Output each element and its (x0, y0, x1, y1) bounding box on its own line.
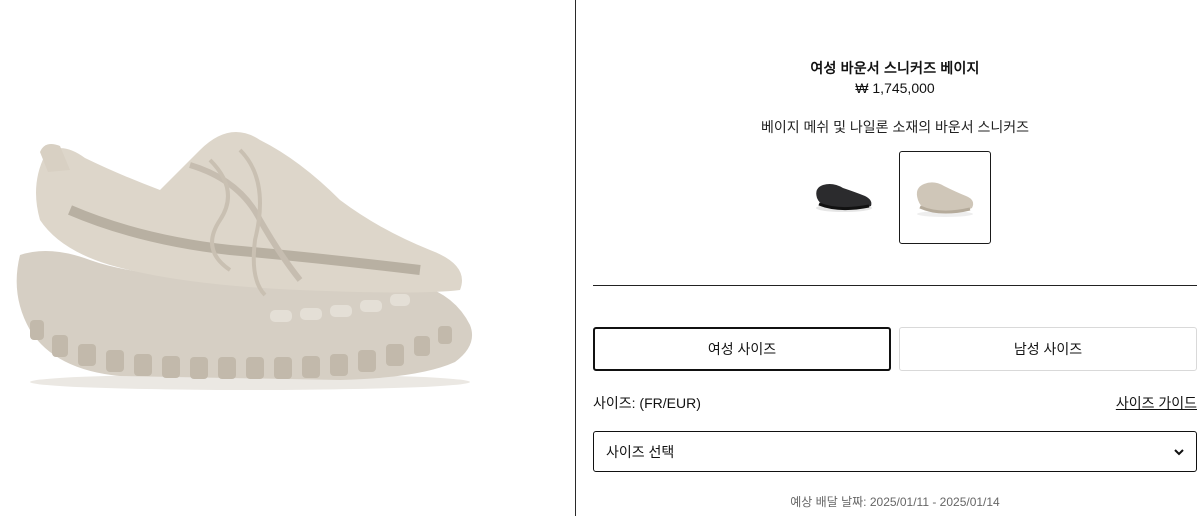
color-swatch-beige[interactable] (899, 151, 991, 244)
size-guide-link[interactable]: 사이즈 가이드 (1116, 393, 1197, 413)
tab-men-size[interactable]: 남성 사이즈 (899, 327, 1197, 371)
color-swatch-black[interactable] (798, 151, 890, 244)
chevron-down-icon (1174, 449, 1184, 456)
tab-women-size[interactable]: 여성 사이즈 (593, 327, 891, 371)
section-divider (593, 285, 1197, 286)
product-image (16, 132, 473, 390)
black-shoe-thumbnail (816, 184, 872, 212)
product-info-panel: 여성 바운서 스니커즈 베이지 ₩ 1,745,000 베이지 메쉬 및 나일론… (576, 0, 1200, 516)
size-label: 사이즈: (FR/EUR) (593, 395, 701, 411)
delivery-estimate: 예상 배달 날짜: 2025/01/11 - 2025/01/14 (790, 495, 1000, 509)
product-description: 베이지 메쉬 및 나일론 소재의 바운서 스니커즈 (760, 119, 1030, 135)
product-image-panel (0, 0, 576, 516)
size-select[interactable]: 사이즈 선택 (593, 431, 1197, 472)
beige-shoe-thumbnail (916, 182, 974, 217)
size-select-value: 사이즈 선택 (606, 443, 675, 460)
product-price: ₩ 1,745,000 (855, 80, 935, 96)
product-title: 여성 바운서 스니커즈 베이지 (810, 60, 980, 76)
